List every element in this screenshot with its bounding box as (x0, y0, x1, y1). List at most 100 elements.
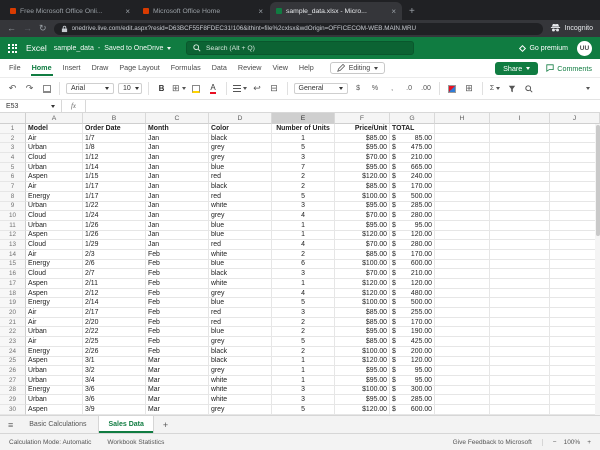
number-format-select[interactable]: General (293, 83, 348, 94)
ribbon-tab-file[interactable]: File (8, 60, 22, 76)
cell[interactable] (435, 249, 490, 260)
format-painter-button[interactable] (40, 81, 53, 97)
column-header-F[interactable]: F (335, 113, 390, 124)
cell[interactable] (490, 356, 550, 367)
cell[interactable]: 2 (272, 249, 335, 260)
cell[interactable] (550, 279, 600, 289)
cell[interactable]: 2/14 (83, 298, 146, 309)
cell[interactable] (490, 133, 550, 144)
cell[interactable]: 1/17 (83, 191, 146, 202)
cell[interactable]: 1 (272, 220, 335, 231)
cell[interactable] (490, 220, 550, 231)
cell[interactable] (435, 337, 490, 347)
cell[interactable]: Energy (26, 346, 83, 357)
cell[interactable]: Jan (146, 191, 209, 202)
cell[interactable]: blue (209, 327, 272, 338)
wrap-text-button[interactable]: ↩ (251, 81, 264, 97)
cell[interactable]: $85.00 (390, 133, 435, 144)
cell[interactable]: 1 (272, 356, 335, 367)
cell[interactable]: $120.00 (335, 288, 390, 299)
row-header-24[interactable]: 24 (0, 346, 26, 357)
cell[interactable] (490, 153, 550, 163)
cell[interactable]: Cloud (26, 153, 83, 163)
cell[interactable]: Energy (26, 259, 83, 270)
align-button[interactable] (232, 81, 247, 97)
cell[interactable]: 3/6 (83, 395, 146, 405)
conditional-formatting-button[interactable] (446, 81, 459, 97)
cell[interactable] (550, 356, 600, 367)
cell[interactable]: Urban (26, 162, 83, 173)
cell[interactable] (490, 249, 550, 260)
cell[interactable]: 1/26 (83, 230, 146, 241)
cell[interactable] (550, 133, 600, 144)
cell[interactable] (435, 385, 490, 396)
row-header-21[interactable]: 21 (0, 317, 26, 328)
cell[interactable]: Feb (146, 308, 209, 318)
cell[interactable] (435, 191, 490, 202)
app-launcher-icon[interactable] (6, 42, 19, 55)
row-header-5[interactable]: 5 (0, 162, 26, 173)
cell[interactable]: 3 (272, 395, 335, 405)
cell[interactable]: Jan (146, 153, 209, 163)
cell[interactable] (490, 191, 550, 202)
cell[interactable]: blue (209, 259, 272, 270)
row-header-30[interactable]: 30 (0, 404, 26, 415)
cell[interactable]: 1/24 (83, 211, 146, 221)
refresh-icon[interactable]: ↻ (39, 24, 47, 33)
undo-button[interactable]: ↶ (6, 81, 19, 97)
cell[interactable] (490, 172, 550, 183)
cell[interactable] (435, 240, 490, 250)
cell[interactable] (490, 327, 550, 338)
cell[interactable]: $285.00 (390, 395, 435, 405)
cell[interactable] (550, 182, 600, 192)
row-header-16[interactable]: 16 (0, 269, 26, 279)
font-name-select[interactable]: Arial (66, 83, 114, 94)
cell[interactable]: $100.00 (335, 346, 390, 357)
row-header-4[interactable]: 4 (0, 153, 26, 163)
cell[interactable]: grey (209, 143, 272, 154)
cell[interactable] (550, 153, 600, 163)
workbook-statistics[interactable]: Workbook Statistics (107, 439, 164, 446)
cell[interactable]: Jan (146, 182, 209, 192)
cell[interactable]: 5 (272, 337, 335, 347)
row-header-23[interactable]: 23 (0, 337, 26, 347)
comma-format-button[interactable]: , (386, 81, 399, 97)
cell[interactable]: 1/15 (83, 172, 146, 183)
cell[interactable]: red (209, 317, 272, 328)
cell[interactable]: 3 (272, 269, 335, 279)
cell[interactable]: $190.00 (390, 327, 435, 338)
cell[interactable]: Jan (146, 240, 209, 250)
cell[interactable] (435, 288, 490, 299)
cell[interactable]: Feb (146, 288, 209, 299)
cell[interactable]: $665.00 (390, 162, 435, 173)
cell[interactable] (490, 182, 550, 192)
row-header-3[interactable]: 3 (0, 143, 26, 154)
ribbon-tab-home[interactable]: Home (30, 60, 53, 76)
cell[interactable]: Feb (146, 249, 209, 260)
cell[interactable] (490, 162, 550, 173)
cell[interactable]: white (209, 279, 272, 289)
cell[interactable]: Energy (26, 191, 83, 202)
cell[interactable]: Jan (146, 162, 209, 173)
forward-icon[interactable]: → (23, 24, 32, 33)
cell[interactable] (435, 211, 490, 221)
cell[interactable]: red (209, 308, 272, 318)
add-sheet-button[interactable]: + (157, 420, 174, 430)
cell[interactable] (435, 162, 490, 173)
cell[interactable]: black (209, 346, 272, 357)
cell[interactable] (550, 395, 600, 405)
decrease-decimal-button[interactable]: .0 (403, 81, 416, 97)
cell[interactable]: 1/29 (83, 240, 146, 250)
cell[interactable]: $95.00 (335, 366, 390, 376)
cell[interactable]: $170.00 (390, 182, 435, 192)
cell[interactable]: 2/20 (83, 317, 146, 328)
cell[interactable] (550, 172, 600, 183)
ribbon-collapse-button[interactable] (581, 81, 594, 97)
cell[interactable]: Air (26, 133, 83, 144)
close-icon[interactable]: × (125, 7, 130, 16)
cell[interactable] (490, 298, 550, 309)
row-header-28[interactable]: 28 (0, 385, 26, 396)
cell[interactable]: Jan (146, 143, 209, 154)
cell[interactable]: 2/7 (83, 269, 146, 279)
cell[interactable]: white (209, 375, 272, 386)
